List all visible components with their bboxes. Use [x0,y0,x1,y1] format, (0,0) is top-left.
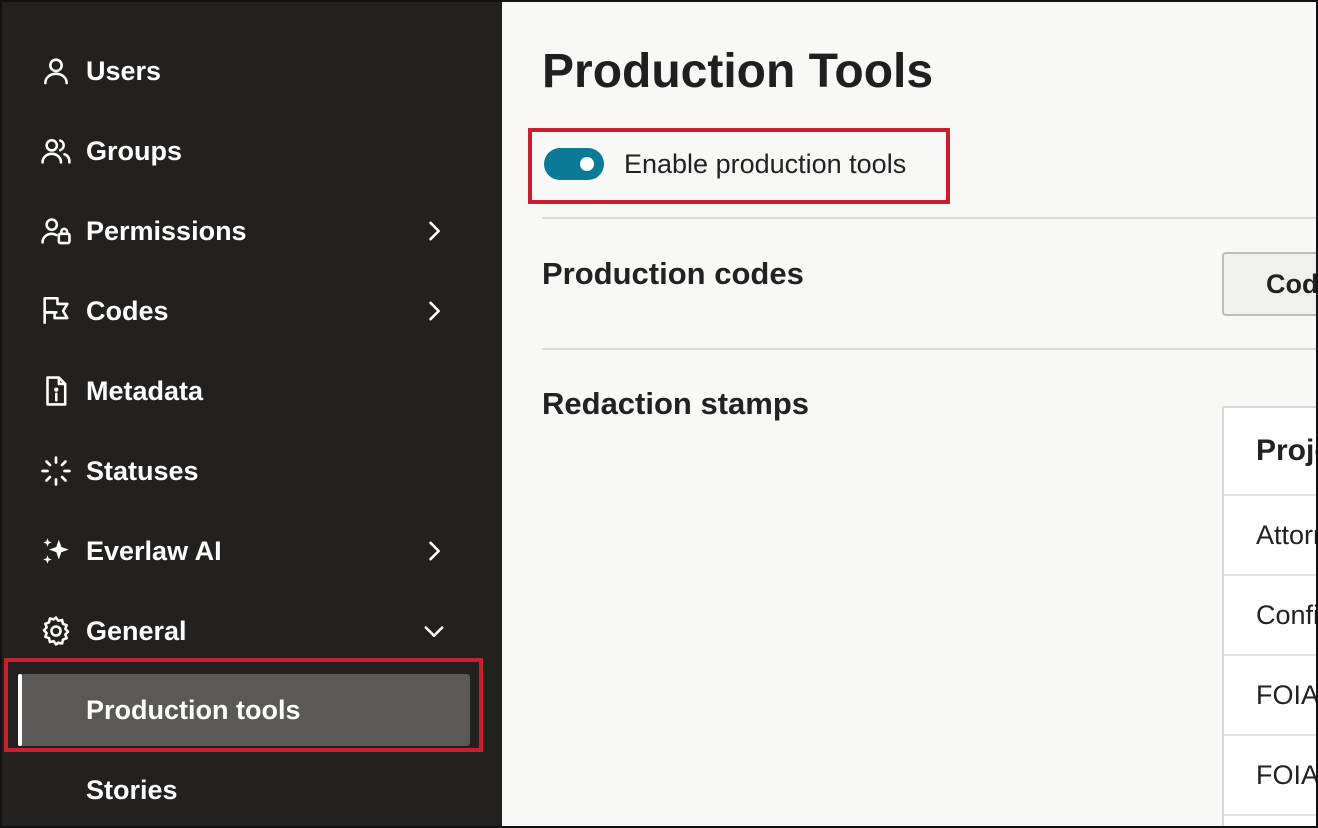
sidebar-item-label: Users [86,55,162,86]
sidebar-item-permissions[interactable]: Permissions [38,203,468,259]
table-row[interactable]: FOIA [1224,736,1316,816]
production-codes-title: Production codes [542,256,804,291]
sidebar-item-label: Metadata [86,375,204,406]
sidebar-subitem-label: Stories [86,774,178,805]
sidebar-item-label: Codes [86,295,169,326]
sidebar-item-label: Groups [86,135,183,166]
sidebar-subitem-stories[interactable]: Stories [18,754,470,826]
file-info-icon [38,373,74,409]
sidebar-item-statuses[interactable]: Statuses [38,443,468,499]
sidebar-subitem-production-tools[interactable]: Production tools [18,674,470,746]
table-header: Project [1224,408,1316,496]
redaction-stamps-table: Project Attorney Confidential FOIA FOIA [1222,406,1316,826]
codes-button[interactable]: Codes [1222,252,1316,316]
chevron-down-icon [420,617,448,645]
redaction-stamps-title: Redaction stamps [542,386,810,421]
loader-icon [38,453,74,489]
enable-production-tools-toggle[interactable] [544,148,604,180]
sparkles-icon [38,533,74,569]
sidebar-item-codes[interactable]: Codes [38,283,468,339]
flag-icon [38,293,74,329]
enable-production-tools-row: Enable production tools [544,148,906,180]
sidebar-subitem-label: Production tools [86,694,301,725]
toggle-knob [580,157,594,171]
groups-icon [38,133,74,169]
sidebar-item-general[interactable]: General [38,603,468,659]
sidebar-item-label: Permissions [86,215,247,246]
sidebar-item-users[interactable]: Users [38,43,468,99]
chevron-right-icon [420,537,448,565]
divider [542,348,1316,350]
sidebar-item-label: Everlaw AI [86,535,222,566]
table-row[interactable]: Confidential [1224,576,1316,656]
chevron-right-icon [420,217,448,245]
sidebar-item-everlaw-ai[interactable]: Everlaw AI [38,523,468,579]
sidebar: Users Groups Permissions Codes Metadata … [2,2,502,826]
main-content: Production Tools Enable production tools… [502,2,1316,826]
table-row[interactable]: Attorney [1224,496,1316,576]
page-title: Production Tools [542,45,934,98]
table-row[interactable]: FOIA [1224,656,1316,736]
user-lock-icon [38,213,74,249]
chevron-right-icon [420,297,448,325]
sidebar-item-metadata[interactable]: Metadata [38,363,468,419]
sidebar-item-groups[interactable]: Groups [38,123,468,179]
sidebar-item-label: General [86,615,187,646]
toggle-label: Enable production tools [624,148,907,179]
app-window: Users Groups Permissions Codes Metadata … [0,0,1318,828]
gear-icon [38,613,74,649]
sidebar-item-label: Statuses [86,455,199,486]
user-icon [38,53,74,89]
divider [542,217,1316,219]
